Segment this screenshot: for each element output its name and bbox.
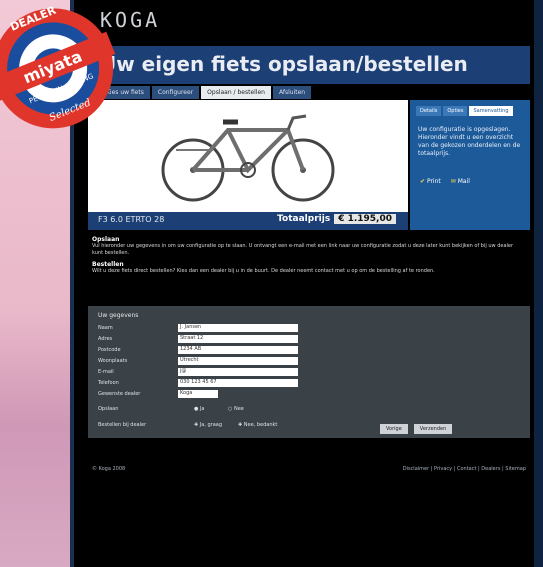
page-title: Uw eigen fiets opslaan/bestellen xyxy=(100,52,468,76)
tab-afsluiten[interactable]: Afsluiten xyxy=(272,86,312,99)
description-block: Opslaan Vul hieronder uw gegevens in om … xyxy=(92,236,522,275)
print-label: Print xyxy=(426,178,441,185)
order-radio-no[interactable]: ✚ Nee, bedankt xyxy=(238,422,277,428)
page-footer: © Koga 2008 Disclaimer | Privacy | Conta… xyxy=(92,466,526,472)
field-label: Woonplaats xyxy=(98,358,128,364)
radio-label: Ja xyxy=(199,406,205,412)
field-postcode: Postcode 1234 AB xyxy=(98,346,398,355)
field-telefoon: Telefoon 030 123 45 67 xyxy=(98,379,398,388)
radio-label: Nee xyxy=(233,406,244,412)
field-label: Telefoon xyxy=(98,380,119,386)
email-input[interactable]: j@ xyxy=(178,368,298,376)
summary-panel: Details Opties Samenvatting Uw configura… xyxy=(410,100,530,230)
order-heading: Bestellen xyxy=(92,261,124,268)
order-text: Wilt u deze fiets direct bestellen? Kies… xyxy=(92,268,435,274)
field-adres: Adres Straat 12 xyxy=(98,335,398,344)
order-radio-label: Bestellen bij dealer xyxy=(98,422,147,428)
tab-samenvatting[interactable]: Samenvatting xyxy=(469,106,513,116)
footer-copyright: © Koga 2008 xyxy=(92,466,126,472)
send-button[interactable]: Verzenden xyxy=(413,424,453,434)
order-radio-row: Bestellen bij dealer ✚ Ja, graag ✚ Nee, … xyxy=(98,422,398,428)
save-radio-yes[interactable]: ● Ja xyxy=(194,406,205,412)
tab-opslaan-bestellen[interactable]: Opslaan / bestellen xyxy=(201,86,271,99)
save-heading: Opslaan xyxy=(92,236,120,243)
total-price: Totaalprijs € 1.195,00 xyxy=(277,214,396,224)
field-email: E-mail j@ xyxy=(98,368,398,377)
print-icon: ✔ xyxy=(420,178,426,185)
summary-tabs: Details Opties Samenvatting xyxy=(416,106,513,116)
print-link[interactable]: ✔ Print xyxy=(420,178,441,185)
field-label: Adres xyxy=(98,336,113,342)
postcode-input[interactable]: 1234 AB xyxy=(178,346,298,354)
summary-text: Uw configuratie is opgeslagen. Hieronder… xyxy=(418,126,521,157)
radio-label: Nee, bedankt xyxy=(243,422,278,428)
city-input[interactable]: Utrecht xyxy=(178,357,298,365)
field-label: E-mail xyxy=(98,369,114,375)
tab-configureer[interactable]: Configureer xyxy=(151,86,200,99)
save-radio-no[interactable]: ○ Nee xyxy=(228,406,244,412)
tab-opties[interactable]: Opties xyxy=(443,106,468,116)
form-title: Uw gegevens xyxy=(98,312,139,319)
form-buttons: Vorige Verzenden xyxy=(380,424,453,434)
total-label: Totaalprijs xyxy=(277,214,331,224)
footer-links[interactable]: Disclaimer | Privacy | Contact | Dealers… xyxy=(403,466,526,472)
summary-actions: ✔ Print ✉ Mail xyxy=(420,178,470,185)
price-bar: F3 6.0 ETRTO 28 Totaalprijs € 1.195,00 xyxy=(88,212,408,230)
field-dealer: Gewenste dealer Koga xyxy=(98,390,398,399)
address-input[interactable]: Straat 12 xyxy=(178,335,298,343)
field-label: Gewenste dealer xyxy=(98,391,141,397)
tab-details[interactable]: Details xyxy=(416,106,442,116)
radio-label: Ja, graag xyxy=(199,422,223,428)
order-form: Uw gegevens Naam J. Jansen Adres Straat … xyxy=(88,306,530,438)
bike-model: F3 6.0 ETRTO 28 xyxy=(98,215,165,224)
field-label: Postcode xyxy=(98,347,121,353)
field-label: Naam xyxy=(98,325,113,331)
name-input[interactable]: J. Jansen xyxy=(178,324,298,332)
field-woonplaats: Woonplaats Utrecht xyxy=(98,357,398,366)
save-radio-row: Opslaan ● Ja ○ Nee xyxy=(98,406,398,412)
site-logo[interactable]: KOGA xyxy=(100,8,300,36)
page-title-band: Uw eigen fiets opslaan/bestellen xyxy=(88,46,530,84)
field-naam: Naam J. Jansen xyxy=(98,324,398,333)
mail-icon: ✉ xyxy=(450,178,456,185)
save-radio-label: Opslaan xyxy=(98,406,119,412)
phone-input[interactable]: 030 123 45 67 xyxy=(178,379,298,387)
order-radio-yes[interactable]: ✚ Ja, graag xyxy=(194,422,222,428)
mail-link[interactable]: ✉ Mail xyxy=(451,178,470,185)
save-text: Vul hieronder uw gegevens in om uw confi… xyxy=(92,243,514,256)
total-value: € 1.195,00 xyxy=(334,214,396,224)
dealer-input[interactable]: Koga xyxy=(178,390,218,398)
mail-label: Mail xyxy=(457,178,470,185)
back-button[interactable]: Vorige xyxy=(380,424,408,434)
